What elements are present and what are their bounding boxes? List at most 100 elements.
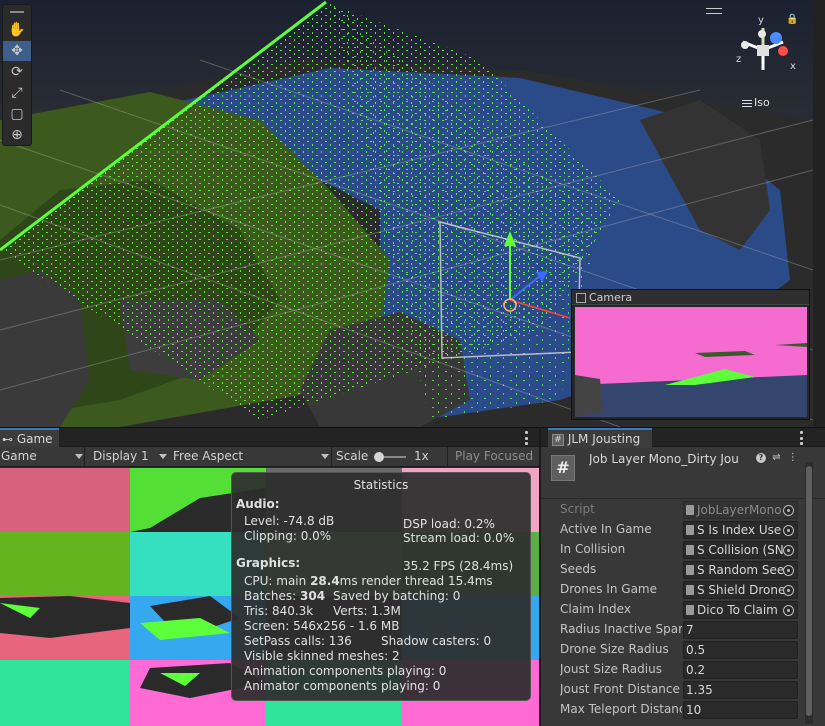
joust-size-radius-input[interactable]: 0.2: [683, 661, 798, 679]
prop-row-drones-in-game: Drones In Game S Shield Drone: [541, 580, 799, 600]
cpu-prefix: CPU: main: [244, 574, 311, 588]
orientation-gizmo-icon[interactable]: y x z: [728, 14, 798, 84]
scale-slider-knob[interactable]: [374, 451, 385, 462]
game-mode-value: Game: [1, 449, 37, 463]
camera-icon: [576, 293, 586, 303]
audio-clipping: Clipping: 0.0%: [244, 529, 332, 543]
camera-preview-image: [575, 307, 807, 417]
script-field[interactable]: JobLayerMono: [683, 501, 798, 519]
saved-by-batching: Saved by batching: 0: [333, 589, 461, 603]
prop-row-active-in-game: Active In Game S Is Index Use: [541, 520, 799, 540]
object-picker-icon[interactable]: [783, 565, 794, 576]
verts-count: Verts: 1.3M: [333, 604, 401, 618]
help-icon[interactable]: ?: [756, 453, 766, 463]
scene-view[interactable]: ✋ ✥ ⟳ ⤢ ▢ ⊕ 🔒 y x z Iso Camera: [0, 0, 813, 427]
prop-row-script: Script JobLayerMono: [541, 500, 799, 520]
asset-doc-icon: [686, 585, 694, 595]
inspector-divider: [541, 498, 825, 499]
projection-mode-toggle[interactable]: Iso: [742, 96, 770, 109]
asset-doc-icon: [686, 525, 694, 535]
play-mode-dropdown[interactable]: Play Focused: [455, 447, 539, 466]
rect-tool-icon[interactable]: ▢: [3, 104, 31, 124]
game-toolbar: Game Display 1 Free Aspect Scale 1x Play…: [0, 447, 539, 467]
active-in-game-value: S Is Index Use: [697, 523, 782, 537]
radius-inactive-span-input[interactable]: 7: [683, 621, 798, 639]
batches-prefix: Batches:: [244, 589, 300, 603]
prop-label-max-teleport-distance: Max Teleport Distance: [560, 702, 682, 716]
tab-jlm-jousting-label: JLM Jousting: [567, 432, 641, 446]
chevron-down-icon: [75, 454, 83, 459]
object-picker-icon[interactable]: [783, 585, 794, 596]
inspector-menu-icon[interactable]: [799, 431, 803, 445]
game-mode-dropdown[interactable]: Game: [1, 447, 83, 466]
game-tabbar: ⊷ Game: [0, 427, 539, 448]
batches-line: Batches: 304: [244, 589, 325, 603]
inspector-tabbar: # JLM Jousting: [541, 427, 825, 448]
component-menu-icon[interactable]: ⋮: [788, 452, 798, 463]
prop-row-max-teleport-distance: Max Teleport Distance 10: [541, 700, 799, 720]
gizmo-x-label: x: [790, 61, 796, 72]
presets-icon[interactable]: ⇌: [772, 452, 780, 463]
rotate-tool-icon[interactable]: ⟳: [3, 62, 31, 82]
hand-tool-icon[interactable]: ✋: [3, 20, 31, 40]
inspector-scrollbar[interactable]: [805, 462, 813, 724]
camera-preview-title: Camera: [589, 291, 633, 304]
claim-index-value: Dico To Claim: [697, 603, 778, 617]
scale-label: Scale: [336, 449, 369, 463]
prop-label-drones-in-game: Drones In Game: [560, 582, 657, 596]
in-collision-field[interactable]: S Collision (SN: [683, 541, 798, 559]
tab-game[interactable]: ⊷ Game: [0, 428, 59, 448]
object-picker-icon[interactable]: [783, 545, 794, 556]
asset-doc-icon: [686, 605, 694, 615]
script-doc-icon: [686, 505, 694, 515]
scene-right-strip: [813, 0, 825, 427]
component-title: Job Layer Mono_Dirty Jou: [589, 452, 739, 466]
tab-jlm-jousting[interactable]: # JLM Jousting: [548, 428, 653, 448]
prop-label-script: Script: [560, 502, 595, 516]
object-picker-icon[interactable]: [783, 525, 794, 536]
seeds-field[interactable]: S Random See: [683, 561, 798, 579]
move-tool-icon[interactable]: ✥: [3, 41, 31, 61]
object-picker-icon[interactable]: [783, 505, 794, 516]
aspect-dropdown[interactable]: Free Aspect: [173, 447, 329, 466]
scene-menu-icon[interactable]: [706, 8, 722, 14]
prop-label-joust-size-radius: Joust Size Radius: [560, 662, 662, 676]
active-in-game-field[interactable]: S Is Index Use: [683, 521, 798, 539]
transform-tool-icon[interactable]: ⊕: [3, 125, 31, 145]
scale-slider[interactable]: [374, 451, 407, 462]
batches-value: 304: [300, 589, 326, 603]
prop-row-drone-size-radius: Drone Size Radius 0.5: [541, 640, 799, 660]
gamepad-icon: ⊷: [2, 433, 13, 446]
game-menu-icon[interactable]: [524, 431, 528, 445]
component-header-icons: ? ⇌ ⋮: [756, 452, 798, 463]
cpu-line: CPU: main 28.4ms render thread 15.4ms: [244, 574, 493, 588]
claim-index-field[interactable]: Dico To Claim: [683, 601, 798, 619]
statistics-overlay: Statistics Audio: Level: -74.8 dB Clippi…: [231, 472, 531, 701]
drones-in-game-field[interactable]: S Shield Drone: [683, 581, 798, 599]
joust-front-distance-input[interactable]: 1.35: [683, 681, 798, 699]
prop-row-joust-front-distance: Joust Front Distance 1.35: [541, 680, 799, 700]
seeds-value: S Random See: [697, 563, 785, 577]
prop-row-claim-index: Claim Index Dico To Claim: [541, 600, 799, 620]
prop-label-claim-index: Claim Index: [560, 602, 631, 616]
gizmo-y-label: y: [758, 15, 764, 26]
asset-doc-icon: [686, 545, 694, 555]
script-hash-icon: #: [551, 455, 575, 481]
object-picker-icon[interactable]: [783, 605, 794, 616]
scale-tool-icon[interactable]: ⤢: [3, 83, 31, 103]
cpu-suffix: ms render thread 15.4ms: [339, 574, 493, 588]
palette-grip-icon[interactable]: [3, 5, 31, 19]
display-value: Display 1: [93, 449, 149, 463]
gizmo-z-label: z: [736, 54, 741, 65]
display-dropdown[interactable]: Display 1: [93, 447, 167, 466]
projection-menu-icon: [742, 99, 752, 107]
screen-info: Screen: 546x256 - 1.6 MB: [244, 619, 400, 633]
audio-level: Level: -74.8 dB: [244, 514, 335, 528]
scale-control: Scale 1x: [336, 447, 446, 466]
prop-row-seeds: Seeds S Random See: [541, 560, 799, 580]
prop-label-joust-front-distance: Joust Front Distance: [560, 682, 680, 696]
max-teleport-distance-input[interactable]: 10: [683, 701, 798, 719]
drone-size-radius-input[interactable]: 0.5: [683, 641, 798, 659]
cpu-main: 28.4: [310, 574, 340, 588]
inspector-scrollbar-thumb[interactable]: [806, 466, 812, 716]
